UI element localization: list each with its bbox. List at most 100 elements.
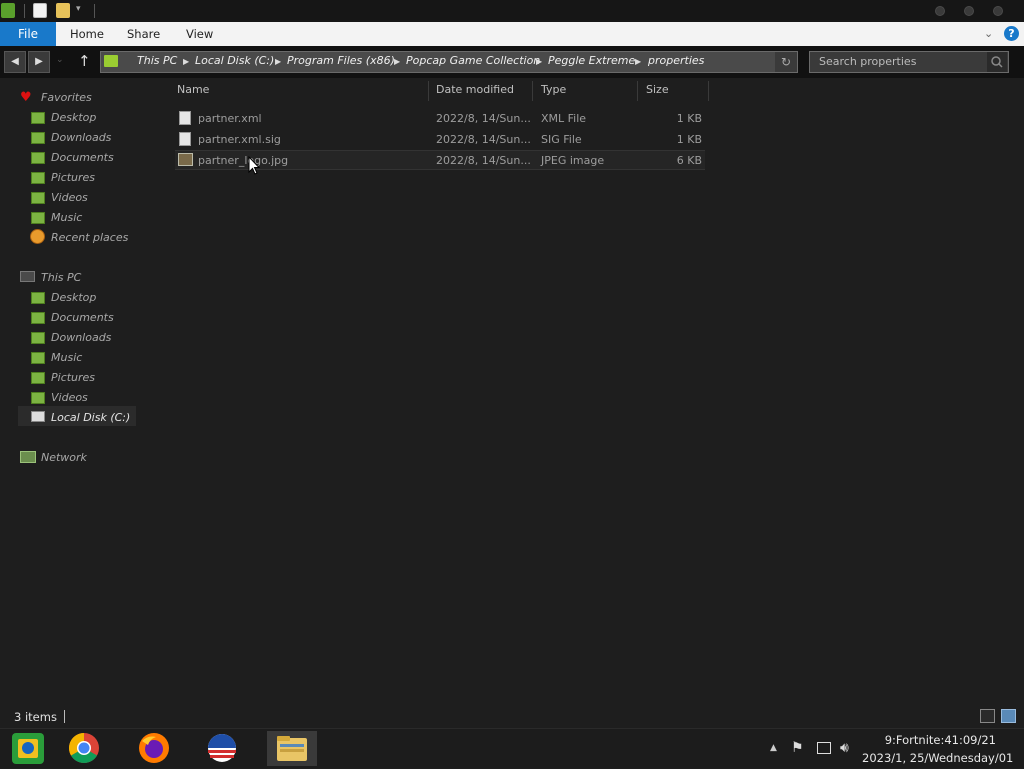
column-header-type[interactable]: Type (541, 83, 566, 96)
file-explorer-icon[interactable] (267, 731, 317, 766)
item-count: 3 items (14, 710, 57, 724)
breadcrumb-separator-icon[interactable]: ▶ (536, 54, 542, 70)
file-size: 1 KB (676, 112, 702, 125)
sidebar-item-desktop[interactable]: Desktop (51, 111, 96, 124)
file-type: XML File (541, 112, 587, 125)
file-size: 1 KB (676, 133, 702, 146)
desktop-icon (31, 112, 45, 124)
column-header-name[interactable]: Name (177, 83, 209, 96)
new-folder-icon[interactable] (56, 3, 70, 18)
file-type: JPEG image (541, 154, 605, 167)
downloads-icon (31, 132, 45, 144)
file-date: 2022/8, 14/Sun... (436, 112, 531, 125)
breadcrumb-separator-icon[interactable]: ▶ (275, 54, 281, 70)
file-name[interactable]: partner.xml (198, 112, 262, 125)
firefox-icon[interactable] (132, 731, 176, 766)
back-button[interactable]: ◀ (4, 51, 26, 73)
properties-icon[interactable] (1, 3, 15, 18)
jpeg-image-icon (178, 153, 193, 166)
large-icons-view-icon[interactable] (1001, 709, 1016, 723)
recent-places-icon (30, 229, 45, 244)
downloads-icon (31, 332, 45, 344)
sidebar-heading-this-pc[interactable]: This PC (41, 271, 81, 284)
status-divider (64, 710, 65, 723)
column-divider[interactable] (637, 81, 638, 101)
sidebar-item-pictures[interactable]: Pictures (51, 171, 95, 184)
sidebar-item-documents[interactable]: Documents (51, 151, 114, 164)
sidebar-item-pc-desktop[interactable]: Desktop (51, 291, 96, 304)
videos-icon (31, 392, 45, 404)
search-placeholder: Search properties (819, 55, 917, 68)
sidebar-item-videos[interactable]: Videos (51, 191, 88, 204)
breadcrumb-popcap[interactable]: Popcap Game Collection (406, 54, 540, 67)
breadcrumb-peggle-extreme[interactable]: Peggle Extreme (548, 54, 635, 67)
music-icon (31, 352, 45, 364)
breadcrumb-properties[interactable]: properties (648, 54, 704, 67)
pictures-icon (31, 172, 45, 184)
show-hidden-icons-chevron-icon[interactable]: ▲ (770, 743, 777, 753)
breadcrumb-program-files[interactable]: Program Files (x86) (287, 54, 395, 67)
documents-icon (31, 312, 45, 324)
outlook-like-icon[interactable] (200, 731, 244, 766)
breadcrumb-separator-icon[interactable]: ▶ (394, 54, 400, 70)
breadcrumb-separator-icon[interactable]: ▶ (183, 54, 189, 70)
folder-icon (104, 55, 118, 67)
expand-ribbon-chevron-icon[interactable]: ⌄ (984, 27, 993, 40)
network-status-icon[interactable] (817, 742, 831, 754)
refresh-button[interactable]: ↻ (775, 52, 797, 72)
computer-icon (20, 271, 35, 282)
mouse-cursor-icon (248, 156, 260, 175)
column-header-date[interactable]: Date modified (436, 83, 514, 96)
maximize-button[interactable] (964, 6, 974, 16)
sidebar-heading-network[interactable]: Network (41, 451, 87, 464)
recent-locations-chevron-icon[interactable]: ⌄ (56, 55, 64, 65)
xml-file-icon (179, 111, 191, 125)
sidebar-item-pc-downloads[interactable]: Downloads (51, 331, 111, 344)
desktop-icon (31, 292, 45, 304)
close-button[interactable] (993, 6, 1003, 16)
column-divider[interactable] (428, 81, 429, 101)
sidebar-item-pc-documents[interactable]: Documents (51, 311, 114, 324)
tab-view[interactable]: View (186, 22, 213, 46)
sidebar-item-recent-places[interactable]: Recent places (51, 231, 128, 244)
column-divider[interactable] (708, 81, 709, 101)
volume-icon[interactable]: 🔊︎ (840, 740, 849, 756)
quick-access-divider (94, 4, 95, 18)
file-date: 2022/8, 14/Sun... (436, 154, 531, 167)
minimize-button[interactable] (935, 6, 945, 16)
breadcrumb-separator-icon[interactable]: ▶ (635, 54, 641, 70)
sidebar-item-pc-music[interactable]: Music (51, 351, 82, 364)
sidebar-item-downloads[interactable]: Downloads (51, 131, 111, 144)
media-app-icon[interactable] (6, 731, 50, 766)
up-arrow-icon[interactable]: ↑ (78, 52, 91, 70)
details-view-icon[interactable] (980, 709, 995, 723)
file-type: SIG File (541, 133, 582, 146)
music-icon (31, 212, 45, 224)
chrome-icon[interactable] (62, 731, 106, 766)
tab-home[interactable]: Home (70, 22, 104, 46)
customize-quick-access-chevron-icon[interactable]: ▾ (76, 4, 81, 14)
new-document-icon[interactable] (33, 3, 47, 18)
sidebar-heading-favorites[interactable]: Favorites (41, 91, 92, 104)
search-icon[interactable] (987, 52, 1007, 72)
clock-date[interactable]: 2023/1, 25/Wednesday/01 (862, 751, 1013, 765)
breadcrumb-local-disk[interactable]: Local Disk (C:) (195, 54, 274, 67)
sidebar-item-music[interactable]: Music (51, 211, 82, 224)
column-header-size[interactable]: Size (646, 83, 669, 96)
sidebar-item-pc-pictures[interactable]: Pictures (51, 371, 95, 384)
column-divider[interactable] (532, 81, 533, 101)
sidebar-item-local-disk[interactable]: Local Disk (C:) (51, 411, 130, 424)
network-icon (20, 451, 36, 463)
tab-file[interactable]: File (0, 22, 56, 46)
help-icon[interactable]: ? (1004, 26, 1019, 41)
favorites-heart-icon: ♥ (20, 90, 32, 105)
sidebar-item-pc-videos[interactable]: Videos (51, 391, 88, 404)
tab-share[interactable]: Share (127, 22, 160, 46)
file-name[interactable]: partner_logo.jpg (198, 154, 288, 167)
action-center-flag-icon[interactable]: ⚑ (791, 740, 804, 756)
forward-button[interactable]: ▶ (28, 51, 50, 73)
pictures-icon (31, 372, 45, 384)
file-name[interactable]: partner.xml.sig (198, 133, 281, 146)
breadcrumb-this-pc[interactable]: This PC (137, 54, 177, 67)
clock-time[interactable]: 9:Fortnite:41:09/21 (862, 733, 996, 747)
